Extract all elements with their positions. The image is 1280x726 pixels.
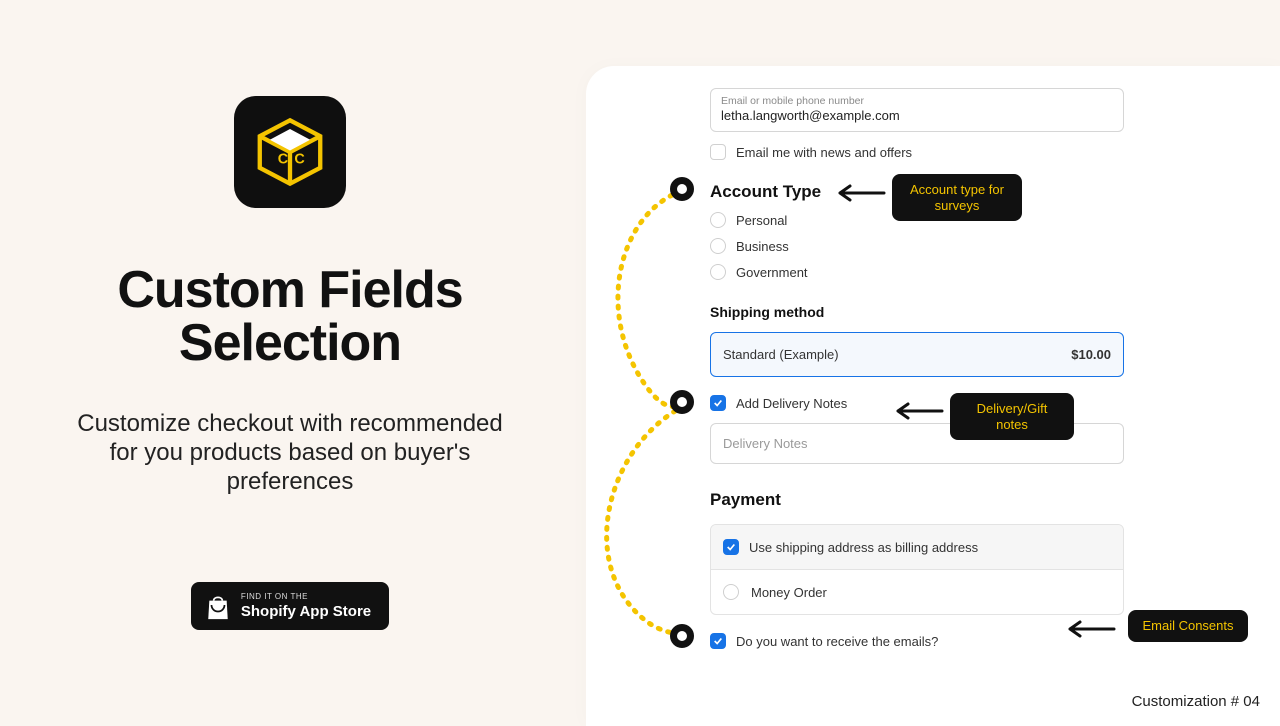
page-subtitle: Customize checkout with recommended for … (75, 410, 505, 496)
arrow-left-icon (838, 182, 886, 209)
add-delivery-notes-label: Add Delivery Notes (736, 396, 847, 411)
money-order-label: Money Order (751, 585, 827, 600)
page-title: Custom Fields Selection (117, 264, 462, 370)
badge-line-2: Shopify App Store (241, 604, 371, 619)
payment-heading: Payment (710, 490, 1124, 510)
shipping-price: $10.00 (1071, 347, 1111, 362)
radio-label: Business (736, 239, 789, 254)
radio-icon (710, 212, 726, 228)
checkbox-unchecked-icon (710, 144, 726, 160)
shipping-heading: Shipping method (710, 304, 1124, 320)
billing-same-as-shipping[interactable]: Use shipping address as billing address (711, 525, 1123, 570)
callout-delivery-notes: Delivery/Gift notes (950, 393, 1074, 440)
account-type-business[interactable]: Business (710, 238, 1124, 254)
payment-money-order[interactable]: Money Order (711, 570, 1123, 614)
app-icon: C C (234, 96, 346, 208)
checkbox-checked-icon (710, 395, 726, 411)
radio-icon (710, 264, 726, 280)
checkbox-checked-icon (710, 633, 726, 649)
title-line-2: Selection (179, 314, 401, 372)
marker-account-type (670, 177, 694, 201)
shopify-app-store-badge[interactable]: FIND IT ON THE Shopify App Store (191, 582, 389, 630)
email-value: letha.langworth@example.com (721, 108, 1113, 123)
marker-email-consents (670, 624, 694, 648)
cube-logo-icon: C C (254, 116, 326, 188)
checkbox-checked-icon (723, 539, 739, 555)
delivery-notes-placeholder: Delivery Notes (723, 436, 808, 451)
radio-label: Personal (736, 213, 787, 228)
account-type-government[interactable]: Government (710, 264, 1124, 280)
svg-text:C: C (294, 152, 304, 168)
marker-delivery-notes (670, 390, 694, 414)
receive-emails-label: Do you want to receive the emails? (736, 634, 938, 649)
radio-label: Government (736, 265, 808, 280)
radio-icon (723, 584, 739, 600)
billing-label: Use shipping address as billing address (749, 540, 978, 555)
receive-emails-checkbox[interactable]: Do you want to receive the emails? (710, 633, 1124, 649)
email-me-label: Email me with news and offers (736, 145, 912, 160)
shipping-option-label: Standard (Example) (723, 347, 839, 362)
email-field[interactable]: Email or mobile phone number letha.langw… (710, 88, 1124, 132)
badge-line-1: FIND IT ON THE (241, 593, 371, 601)
shipping-option-standard[interactable]: Standard (Example) $10.00 (710, 332, 1124, 377)
shopify-bag-icon (205, 592, 231, 620)
email-me-checkbox-row[interactable]: Email me with news and offers (710, 144, 1124, 160)
title-line-1: Custom Fields (117, 261, 462, 319)
svg-text:C: C (278, 152, 288, 168)
footer-tag: Customization # 04 (1132, 693, 1260, 710)
radio-icon (710, 238, 726, 254)
arrow-left-icon (896, 400, 944, 427)
email-label: Email or mobile phone number (721, 95, 1113, 107)
arrow-left-icon (1068, 618, 1116, 645)
callout-email-consents: Email Consents (1128, 610, 1248, 642)
callout-account-type: Account type for surveys (892, 174, 1022, 221)
